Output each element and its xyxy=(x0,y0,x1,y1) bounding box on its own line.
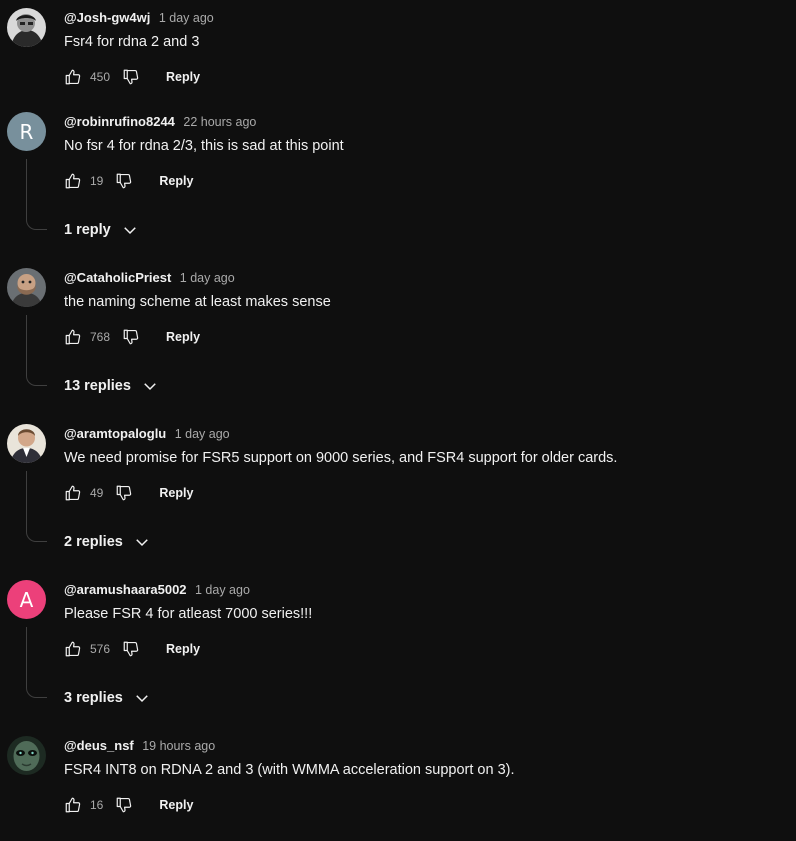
comment-thread: @deus_nsf 19 hours ago FSR4 INT8 on RDNA… xyxy=(0,736,796,836)
comment-header: @deus_nsf 19 hours ago xyxy=(64,736,215,756)
avatar-photo-icon xyxy=(7,8,46,47)
comment-author[interactable]: @aramushaara5002 xyxy=(64,582,187,597)
comment-actions: 450 Reply xyxy=(64,65,200,89)
comment-header: @aramushaara5002 1 day ago xyxy=(64,580,250,600)
comment-thread: @CataholicPriest 1 day ago the naming sc… xyxy=(0,268,796,408)
avatar[interactable] xyxy=(7,736,46,775)
comment-thread: R @robinrufino8244 22 hours ago No fsr 4… xyxy=(0,112,796,252)
comment-text: Fsr4 for rdna 2 and 3 xyxy=(64,34,200,50)
avatar[interactable]: A xyxy=(7,580,46,619)
comment-author[interactable]: @CataholicPriest xyxy=(64,270,171,285)
like-count: 768 xyxy=(90,330,111,344)
thumbs-up-icon[interactable] xyxy=(64,68,82,86)
thread-connector-line xyxy=(26,627,47,698)
comment-text: FSR4 INT8 on RDNA 2 and 3 (with WMMA acc… xyxy=(64,762,515,778)
comment-timestamp[interactable]: 1 day ago xyxy=(195,583,250,597)
view-replies-button[interactable]: 2 replies xyxy=(64,530,151,554)
comment-thread: @Josh-gw4wj 1 day ago Fsr4 for rdna 2 an… xyxy=(0,8,796,108)
view-replies-button[interactable]: 13 replies xyxy=(64,374,159,398)
comment-text: the naming scheme at least makes sense xyxy=(64,294,331,310)
comment-header: @robinrufino8244 22 hours ago xyxy=(64,112,256,132)
comment-timestamp[interactable]: 1 day ago xyxy=(175,427,230,441)
comment-thread: @aramtopaloglu 1 day ago We need promise… xyxy=(0,424,796,564)
reply-button[interactable]: Reply xyxy=(159,174,193,188)
like-count: 450 xyxy=(90,70,111,84)
avatar[interactable] xyxy=(7,424,46,463)
reply-button[interactable]: Reply xyxy=(166,330,200,344)
comment-header: @aramtopaloglu 1 day ago xyxy=(64,424,230,444)
comment-author[interactable]: @robinrufino8244 xyxy=(64,114,175,129)
thumbs-up-icon[interactable] xyxy=(64,484,82,502)
view-replies-button[interactable]: 3 replies xyxy=(64,686,151,710)
comment-author[interactable]: @deus_nsf xyxy=(64,738,134,753)
like-count: 49 xyxy=(90,486,104,500)
comment-actions: 19 Reply xyxy=(64,169,193,193)
comment-timestamp[interactable]: 1 day ago xyxy=(159,11,214,25)
thread-connector-line xyxy=(26,471,47,542)
avatar-photo-icon xyxy=(7,268,46,307)
comment-timestamp[interactable]: 22 hours ago xyxy=(183,115,256,129)
replies-count-label: 13 replies xyxy=(64,378,131,394)
thumbs-up-icon[interactable] xyxy=(64,796,82,814)
like-count: 19 xyxy=(90,174,104,188)
replies-count-label: 2 replies xyxy=(64,534,123,550)
comment-actions: 768 Reply xyxy=(64,325,200,349)
comment-header: @CataholicPriest 1 day ago xyxy=(64,268,235,288)
comment-text: Please FSR 4 for atleast 7000 series!!! xyxy=(64,606,313,622)
comment-actions: 49 Reply xyxy=(64,481,193,505)
thumbs-down-icon[interactable] xyxy=(115,172,133,190)
comment-timestamp[interactable]: 19 hours ago xyxy=(142,739,215,753)
avatar-photo-icon xyxy=(7,736,46,775)
comment-author[interactable]: @aramtopaloglu xyxy=(64,426,166,441)
chevron-down-icon xyxy=(133,689,151,707)
comment-text: We need promise for FSR5 support on 9000… xyxy=(64,450,618,466)
like-count: 16 xyxy=(90,798,104,812)
comment-text: No fsr 4 for rdna 2/3, this is sad at th… xyxy=(64,138,344,154)
reply-button[interactable]: Reply xyxy=(166,642,200,656)
avatar[interactable]: R xyxy=(7,112,46,151)
thumbs-down-icon[interactable] xyxy=(122,68,140,86)
avatar[interactable] xyxy=(7,8,46,47)
like-count: 576 xyxy=(90,642,111,656)
chevron-down-icon xyxy=(133,533,151,551)
comment-actions: 576 Reply xyxy=(64,637,200,661)
replies-count-label: 3 replies xyxy=(64,690,123,706)
replies-count-label: 1 reply xyxy=(64,222,111,238)
reply-button[interactable]: Reply xyxy=(159,486,193,500)
reply-button[interactable]: Reply xyxy=(159,798,193,812)
chevron-down-icon xyxy=(141,377,159,395)
reply-button[interactable]: Reply xyxy=(166,70,200,84)
thread-connector-line xyxy=(26,315,47,386)
chevron-down-icon xyxy=(121,221,139,239)
comment-author[interactable]: @Josh-gw4wj xyxy=(64,10,150,25)
comment-actions: 16 Reply xyxy=(64,793,193,817)
thumbs-up-icon[interactable] xyxy=(64,640,82,658)
comments-section: @Josh-gw4wj 1 day ago Fsr4 for rdna 2 an… xyxy=(0,0,796,841)
avatar-photo-icon xyxy=(7,424,46,463)
thumbs-down-icon[interactable] xyxy=(115,484,133,502)
view-replies-button[interactable]: 1 reply xyxy=(64,218,139,242)
avatar-letter: R xyxy=(19,119,34,144)
avatar[interactable] xyxy=(7,268,46,307)
comment-header: @Josh-gw4wj 1 day ago xyxy=(64,8,214,28)
thumbs-down-icon[interactable] xyxy=(115,796,133,814)
thumbs-up-icon[interactable] xyxy=(64,172,82,190)
avatar-letter: A xyxy=(19,587,34,612)
thumbs-down-icon[interactable] xyxy=(122,640,140,658)
thumbs-down-icon[interactable] xyxy=(122,328,140,346)
thread-connector-line xyxy=(26,159,47,230)
thumbs-up-icon[interactable] xyxy=(64,328,82,346)
comment-timestamp[interactable]: 1 day ago xyxy=(180,271,235,285)
comment-thread: A @aramushaara5002 1 day ago Please FSR … xyxy=(0,580,796,720)
